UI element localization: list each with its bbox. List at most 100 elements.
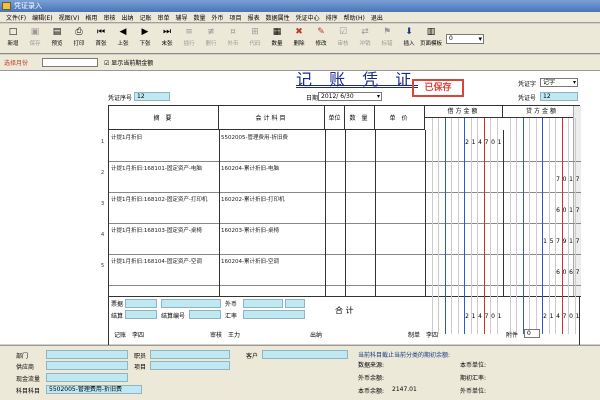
quantity-button[interactable]: ▦ 数量 [266,24,288,52]
menu-item[interactable]: 凭证中心 [293,13,323,22]
menu-item[interactable]: 辅导 [173,13,191,22]
credit-digit: 1 [569,207,573,214]
debit-digit: 4 [478,139,482,146]
menu-item[interactable]: 出纳 [118,13,136,22]
next-button[interactable]: ▶ 下张 [134,24,156,52]
menu-item[interactable]: 格用 [82,13,100,22]
customer-field[interactable] [262,350,348,359]
template-button[interactable]: ▥ 页面模板 [420,24,442,52]
menu-item[interactable]: 数据属性 [263,13,293,22]
menu-item[interactable]: 审核 [100,13,118,22]
rate-field[interactable] [243,310,305,319]
credit-digit: 7 [575,176,580,183]
menu-item[interactable]: 编辑(E) [29,13,55,22]
save-button[interactable]: ▣ 保存 [24,24,46,52]
insert-row-icon: ≡ [185,27,193,37]
voucher-no-field[interactable]: 12 [540,92,578,101]
mark-error-button[interactable]: ⚑ 标错 [376,24,398,52]
ticket-field[interactable] [125,299,157,308]
menu-item[interactable]: 文件(F) [3,13,29,22]
summary-cell[interactable]: 计提1月折旧:168103-固定资产-桌椅 [111,226,217,234]
reverse-button[interactable]: ⇄ 冲销 [354,24,376,52]
prev-button[interactable]: ◀ 上张 [112,24,134,52]
menu-item[interactable]: 退出 [368,13,386,22]
menu-item[interactable]: 视图(V) [56,13,83,22]
foreign-field-2[interactable] [285,299,305,308]
last-button[interactable]: ⏭ 末张 [156,24,178,52]
staff-field[interactable] [150,350,230,359]
project-label: 项目 [134,364,147,371]
digit-col-line [509,118,511,334]
digit-col-line [477,118,478,334]
voucher-word-select[interactable]: 记字 ▾ [540,78,578,87]
period-select[interactable] [42,58,98,67]
line-no-field[interactable] [189,310,221,319]
summary-cell[interactable]: 计提1月折旧:168101-固定资产-电脑 [111,164,217,172]
settle-field[interactable] [125,310,157,319]
account-cell[interactable]: 160202-累计折旧-打印机 [221,195,284,203]
foreign-field[interactable] [243,299,283,308]
voucher-panel: 记 账 凭 证 已保存 凭证序号 12 日期 2012/ 6/30 ▾ 凭证字 记… [0,70,600,367]
total-debit-digit: 0 [491,313,495,320]
summary-cell[interactable]: 计提1月折旧:168102-固定资产-打印机 [111,195,217,203]
account-cell[interactable]: 160204-累计折旧-空调 [221,257,279,265]
delete-row-button[interactable]: ≢ 删行 [200,24,222,52]
grid-col-line [345,130,346,296]
toolbar-label: 下张 [139,41,151,47]
toolbar-label: 代码 [249,41,261,47]
menu-item[interactable]: 外币 [209,13,227,22]
dept-field[interactable] [46,350,128,359]
credit-digit: 5 [549,238,554,245]
doc-no-field[interactable]: 12 [134,92,170,101]
account-cell[interactable]: 160203-累计折旧-桌椅 [221,226,279,234]
account-field[interactable]: 5502005-管理费用-折旧费 [46,385,142,394]
toolbar-select[interactable]: 0 [446,34,484,44]
delete-button[interactable]: ✖ 删除 [288,24,310,52]
summary-cell[interactable]: 计提1月折旧 [111,133,217,141]
preview-button[interactable]: ▤ 预览 [46,24,68,52]
show-current-checkbox[interactable]: ☑ 显示当前期金额 [104,58,153,67]
menu-item[interactable]: 报表 [245,13,263,22]
menu-item[interactable]: 排序 [323,13,341,22]
audit-button[interactable]: ☑ 审核 [332,24,354,52]
cash-flow-field[interactable] [46,373,128,382]
toolbar-label: 打印 [73,41,85,47]
supplier-field[interactable] [46,361,128,370]
total-credit-digit: 7 [562,313,567,320]
ticket-field-2[interactable] [161,299,221,308]
date-field[interactable]: 2012/ 6/30 ▾ [318,92,382,101]
new-button[interactable]: □ 新增 [2,24,24,52]
menu-item[interactable]: 记账 [136,13,154,22]
account-cell[interactable]: 5502005-管理费用-折旧费 [221,133,288,141]
digit-col-line [522,118,524,334]
voucher-no-label: 凭证号 [518,95,537,102]
header-debit: 借方金额 [425,106,503,118]
ticket-label: 票据 [111,301,124,308]
edit-button[interactable]: ✎ 修改 [310,24,332,52]
menu-item[interactable]: 数量 [191,13,209,22]
quantity-icon: ▦ [272,27,282,37]
menu-item[interactable]: 项目 [227,13,245,22]
insert-row-button[interactable]: ≡ 插行 [178,24,200,52]
project-field[interactable] [150,361,230,370]
menu-item[interactable]: 审单 [154,13,172,22]
credit-digit: 7 [575,269,580,276]
first-button[interactable]: ⏮ 首张 [90,24,112,52]
total-credit-digit: 2 [543,313,547,320]
menu-item[interactable]: 帮助(H) [341,13,368,22]
currency-button[interactable]: ¤ 外币 [222,24,244,52]
rate-initial-label: 期初汇率: [460,375,487,382]
auditor-value: 王力 [228,332,241,339]
bookkeeper-value: 李四 [132,332,145,339]
insert-button[interactable]: ⬇ 插入 [398,24,420,52]
account-cell[interactable]: 160204-累计折旧-电脑 [221,164,279,172]
next-icon: ▶ [141,27,149,37]
digit-col-line [555,118,556,334]
row-number: 3 [101,201,105,207]
code-button[interactable]: ⊞ 代码 [244,24,266,52]
attach-field[interactable]: 0 [524,329,540,338]
window-title: 凭证录入 [14,2,42,10]
summary-cell[interactable]: 计提1月折旧:168104-固定资产-空调 [111,257,217,265]
date-dropdown-icon[interactable]: ▾ [377,93,380,100]
print-button[interactable]: ⎙ 打印 [68,24,90,52]
